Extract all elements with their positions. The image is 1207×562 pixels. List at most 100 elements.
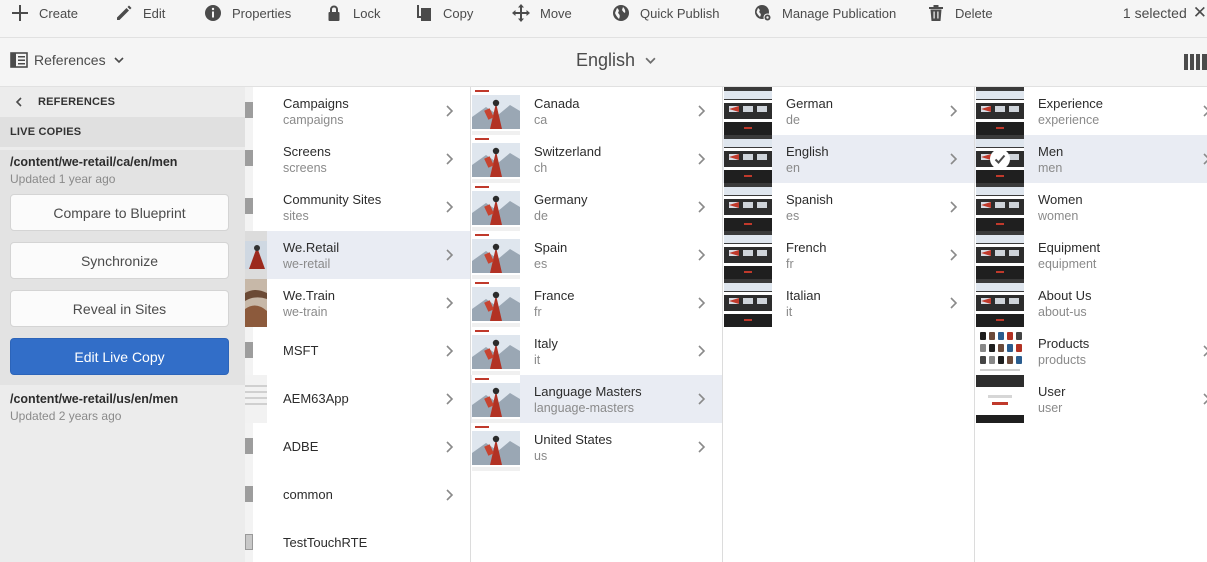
info-icon [203, 3, 223, 23]
properties-button[interactable]: Properties [203, 0, 291, 26]
lock-icon [324, 3, 344, 23]
compare-to-blueprint-button[interactable]: Compare to Blueprint [10, 194, 229, 231]
synchronize-button[interactable]: Synchronize [10, 242, 229, 279]
chevron-right-icon[interactable] [445, 153, 454, 165]
column-item-us[interactable]: United States us [471, 423, 722, 471]
column-sites: Campaigns campaigns Screens screens Comm… [245, 87, 471, 562]
column-view-icon[interactable] [1181, 53, 1207, 71]
thumbnail [245, 375, 267, 423]
chevron-right-icon[interactable] [949, 105, 958, 117]
page-title-label: English [576, 50, 636, 70]
chevron-right-icon[interactable] [697, 201, 706, 213]
column-item-common[interactable]: common [245, 471, 470, 519]
column-item-es[interactable]: Spain es [471, 231, 722, 279]
chevron-right-icon[interactable] [1202, 393, 1207, 405]
column-item-women[interactable]: Women women [975, 183, 1207, 231]
thumbnail [245, 279, 267, 327]
chevron-right-icon[interactable] [1202, 153, 1207, 165]
chevron-right-icon[interactable] [445, 105, 454, 117]
column-item-ca[interactable]: Canada ca [471, 87, 722, 135]
column-item-we-train[interactable]: We.Train we-train [245, 279, 470, 327]
column-item-language-masters[interactable]: Language Masters language-masters [471, 375, 722, 423]
chevron-right-icon[interactable] [445, 393, 454, 405]
quick-publish-label: Quick Publish [640, 5, 720, 21]
column-item-de[interactable]: German de [723, 87, 974, 135]
chevron-right-icon[interactable] [1202, 105, 1207, 117]
column-item-products[interactable]: Products products [975, 327, 1207, 375]
item-title: France [534, 288, 575, 303]
chevron-right-icon[interactable] [445, 297, 454, 309]
thumbnail [245, 327, 253, 375]
column-item-ch[interactable]: Switzerland ch [471, 135, 722, 183]
manage-publication-label: Manage Publication [782, 5, 897, 21]
edit-live-copy-button[interactable]: Edit Live Copy [10, 338, 229, 375]
chevron-right-icon[interactable] [697, 105, 706, 117]
chevron-right-icon[interactable] [697, 393, 706, 405]
chevron-right-icon[interactable] [445, 345, 454, 357]
column-item-de[interactable]: Germany de [471, 183, 722, 231]
column-item-campaigns[interactable]: Campaigns campaigns [245, 87, 470, 135]
close-icon[interactable]: ✕ [1193, 3, 1207, 23]
live-copy-item[interactable]: /content/we-retail/us/en/men Updated 2 y… [0, 392, 245, 423]
chevron-right-icon[interactable] [697, 441, 706, 453]
create-button[interactable]: Create [10, 0, 78, 26]
thumbnail [245, 423, 253, 471]
lock-button[interactable]: Lock [324, 0, 380, 26]
column-item-testtouchrte[interactable]: TestTouchRTE [245, 519, 470, 562]
live-copy-item[interactable]: /content/we-retail/ca/en/men Updated 1 y… [0, 150, 245, 385]
column-item-en[interactable]: English en [723, 135, 974, 183]
manage-publication-button[interactable]: Manage Publication [753, 0, 896, 26]
column-item-equipment[interactable]: Equipment equipment [975, 231, 1207, 279]
thumbnail [724, 231, 772, 279]
chevron-right-icon[interactable] [445, 249, 454, 261]
chevron-right-icon[interactable] [697, 297, 706, 309]
column-item-es[interactable]: Spanish es [723, 183, 974, 231]
column-item-user[interactable]: User user [975, 375, 1207, 423]
thumbnail [976, 279, 1024, 327]
page-title[interactable]: English [576, 50, 656, 71]
chevron-right-icon[interactable] [445, 201, 454, 213]
chevron-right-icon[interactable] [697, 249, 706, 261]
chevron-right-icon[interactable] [697, 345, 706, 357]
action-bar: Create Edit Properties Lock Copy Move Qu… [0, 0, 1207, 38]
trash-icon [926, 3, 946, 23]
column-item-experience[interactable]: Experience experience [975, 87, 1207, 135]
copy-button[interactable]: Copy [414, 0, 473, 26]
column-item-msft[interactable]: MSFT [245, 327, 470, 375]
move-button[interactable]: Move [511, 0, 572, 26]
column-item-community-sites[interactable]: Community Sites sites [245, 183, 470, 231]
references-back-button[interactable]: REFERENCES [0, 87, 245, 117]
chevron-right-icon[interactable] [949, 297, 958, 309]
create-label: Create [39, 5, 79, 21]
chevron-right-icon[interactable] [445, 489, 454, 501]
chevron-right-icon[interactable] [949, 153, 958, 165]
column-item-aem63app[interactable]: AEM63App [245, 375, 470, 423]
column-item-men[interactable]: Men men [975, 135, 1207, 183]
chevron-right-icon[interactable] [949, 249, 958, 261]
column-item-it[interactable]: Italy it [471, 327, 722, 375]
chevron-right-icon[interactable] [445, 441, 454, 453]
references-rail: REFERENCES LIVE COPIES /content/we-retai… [0, 87, 245, 562]
column-item-about-us[interactable]: About Us about-us [975, 279, 1207, 327]
delete-label: Delete [955, 5, 993, 21]
column-item-fr[interactable]: France fr [471, 279, 722, 327]
chevron-right-icon[interactable] [949, 201, 958, 213]
chevron-right-icon[interactable] [1202, 345, 1207, 357]
delete-button[interactable]: Delete [926, 0, 993, 26]
thumbnail [724, 87, 772, 135]
column-item-we-retail[interactable]: We.Retail we-retail [245, 231, 470, 279]
chevron-right-icon[interactable] [697, 153, 706, 165]
item-name: it [786, 305, 793, 319]
quick-publish-button[interactable]: Quick Publish [611, 0, 719, 26]
globe-icon [611, 3, 631, 23]
column-item-screens[interactable]: Screens screens [245, 135, 470, 183]
column-item-adbe[interactable]: ADBE [245, 423, 470, 471]
item-name: de [786, 113, 800, 127]
selection-count[interactable]: 1 selected ✕ [1123, 0, 1207, 26]
reveal-in-sites-button[interactable]: Reveal in Sites [10, 290, 229, 327]
column-item-fr[interactable]: French fr [723, 231, 974, 279]
rail-toggle-button[interactable]: References [10, 52, 124, 68]
edit-button[interactable]: Edit [114, 0, 165, 26]
item-name: fr [786, 257, 794, 271]
column-item-it[interactable]: Italian it [723, 279, 974, 327]
